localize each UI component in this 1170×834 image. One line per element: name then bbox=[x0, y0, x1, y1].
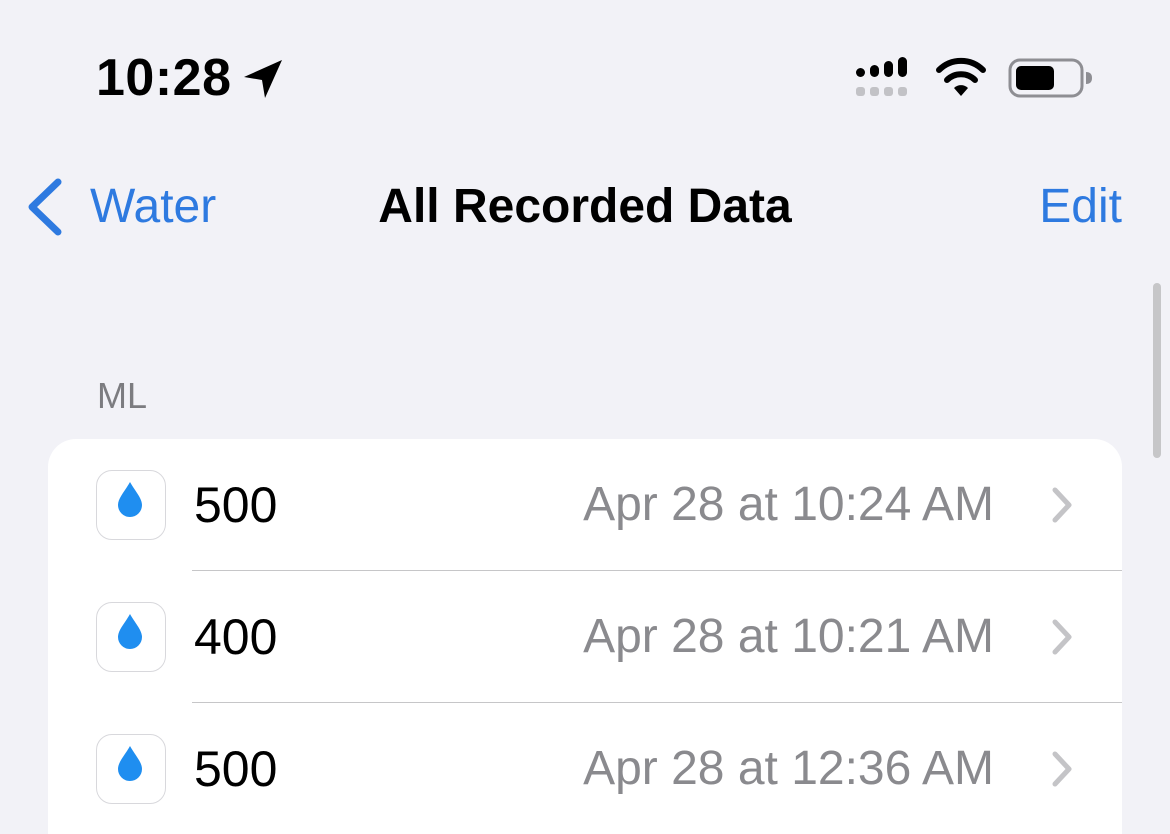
list-item[interactable]: 500 Apr 28 at 12:36 AM bbox=[48, 703, 1122, 834]
section-header: ML bbox=[97, 375, 148, 416]
record-date: Apr 28 at 10:24 AM bbox=[583, 478, 994, 531]
page-title: All Recorded Data bbox=[378, 180, 792, 233]
water-app-icon bbox=[96, 602, 166, 672]
status-time: 10:28 bbox=[96, 49, 232, 107]
chevron-right-icon bbox=[1052, 487, 1072, 523]
location-arrow-icon bbox=[244, 60, 282, 98]
water-drop-icon bbox=[118, 614, 142, 649]
record-value: 500 bbox=[194, 741, 278, 797]
list-item[interactable]: 400 Apr 28 at 10:21 AM bbox=[48, 571, 1122, 703]
record-value: 400 bbox=[194, 609, 278, 665]
chevron-left-icon bbox=[28, 178, 62, 236]
water-drop-icon bbox=[118, 482, 142, 517]
water-app-icon bbox=[96, 734, 166, 804]
record-value: 500 bbox=[194, 477, 278, 533]
wifi-icon bbox=[936, 57, 986, 96]
screen: 10:28 Water All Recorded Data Edit ML 50… bbox=[0, 0, 1170, 834]
battery-icon bbox=[1008, 58, 1092, 98]
record-date: Apr 28 at 10:21 AM bbox=[583, 610, 994, 663]
water-drop-icon bbox=[118, 746, 142, 781]
chevron-right-icon bbox=[1052, 751, 1072, 787]
record-date: Apr 28 at 12:36 AM bbox=[583, 742, 994, 795]
back-button[interactable]: Water bbox=[22, 172, 216, 242]
back-label: Water bbox=[90, 180, 217, 233]
scrollbar[interactable] bbox=[1153, 283, 1161, 458]
edit-button[interactable]: Edit bbox=[1039, 172, 1122, 242]
chevron-right-icon bbox=[1052, 619, 1072, 655]
records-list: 500 Apr 28 at 10:24 AM 400 Apr 28 at 10:… bbox=[48, 439, 1122, 834]
water-app-icon bbox=[96, 470, 166, 540]
list-item[interactable]: 500 Apr 28 at 10:24 AM bbox=[48, 439, 1122, 571]
cellular-signal-icon bbox=[856, 57, 907, 96]
